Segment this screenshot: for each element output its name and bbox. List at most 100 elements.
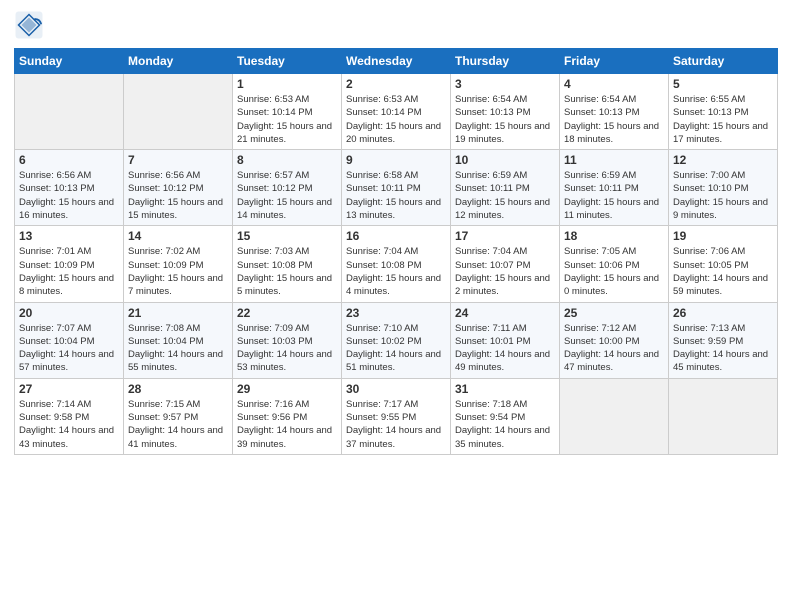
day-info: Sunrise: 7:06 AM Sunset: 10:05 PM Daylig… — [673, 245, 773, 298]
day-info: Sunrise: 6:56 AM Sunset: 10:13 PM Daylig… — [19, 169, 119, 222]
day-info: Sunrise: 7:04 AM Sunset: 10:08 PM Daylig… — [346, 245, 446, 298]
calendar-day-cell: 23Sunrise: 7:10 AM Sunset: 10:02 PM Dayl… — [342, 302, 451, 378]
calendar-day-cell: 20Sunrise: 7:07 AM Sunset: 10:04 PM Dayl… — [15, 302, 124, 378]
calendar-day-cell: 2 Sunrise: 6:53 AM Sunset: 10:14 PM Dayli… — [342, 74, 451, 150]
calendar-day-header: Friday — [560, 49, 669, 74]
day-info: Sunrise: 7:09 AM Sunset: 10:03 PM Daylig… — [237, 322, 337, 375]
calendar-day-cell: 1 Sunrise: 6:53 AM Sunset: 10:14 PM Dayli… — [233, 74, 342, 150]
day-info: Sunrise: 6:56 AM Sunset: 10:12 PM Daylig… — [128, 169, 228, 222]
day-number: 5 — [673, 77, 773, 91]
calendar-week-row: 6 Sunrise: 6:56 AM Sunset: 10:13 PM Dayli… — [15, 150, 778, 226]
calendar-day-cell: 18 Sunrise: 7:05 AM Sunset: 10:06 PM Dayl… — [560, 226, 669, 302]
calendar-day-cell: 31 Sunrise: 7:18 AM Sunset: 9:54 PM Dayli… — [451, 378, 560, 454]
day-number: 24 — [455, 306, 555, 320]
calendar-week-row: 27 Sunrise: 7:14 AM Sunset: 9:58 PM Dayli… — [15, 378, 778, 454]
day-info: Sunrise: 6:59 AM Sunset: 10:11 PM Daylig… — [564, 169, 664, 222]
day-info: Sunrise: 7:01 AM Sunset: 10:09 PM Daylig… — [19, 245, 119, 298]
day-info: Sunrise: 6:54 AM Sunset: 10:13 PM Daylig… — [564, 93, 664, 146]
day-number: 6 — [19, 153, 119, 167]
day-number: 26 — [673, 306, 773, 320]
day-info: Sunrise: 7:13 AM Sunset: 9:59 PM Dayligh… — [673, 322, 773, 375]
day-info: Sunrise: 7:12 AM Sunset: 10:00 PM Daylig… — [564, 322, 664, 375]
day-number: 12 — [673, 153, 773, 167]
day-info: Sunrise: 7:02 AM Sunset: 10:09 PM Daylig… — [128, 245, 228, 298]
calendar-day-header: Monday — [124, 49, 233, 74]
day-number: 28 — [128, 382, 228, 396]
day-number: 22 — [237, 306, 337, 320]
calendar-table: SundayMondayTuesdayWednesdayThursdayFrid… — [14, 48, 778, 455]
calendar-day-cell — [669, 378, 778, 454]
calendar-day-cell: 10Sunrise: 6:59 AM Sunset: 10:11 PM Dayl… — [451, 150, 560, 226]
logo — [14, 10, 48, 40]
logo-icon — [14, 10, 44, 40]
calendar-day-cell: 5 Sunrise: 6:55 AM Sunset: 10:13 PM Dayli… — [669, 74, 778, 150]
calendar-day-cell: 25 Sunrise: 7:12 AM Sunset: 10:00 PM Dayl… — [560, 302, 669, 378]
calendar-day-header: Wednesday — [342, 49, 451, 74]
calendar-day-cell: 26 Sunrise: 7:13 AM Sunset: 9:59 PM Dayli… — [669, 302, 778, 378]
day-info: Sunrise: 6:53 AM Sunset: 10:14 PM Daylig… — [346, 93, 446, 146]
day-info: Sunrise: 7:16 AM Sunset: 9:56 PM Dayligh… — [237, 398, 337, 451]
day-number: 30 — [346, 382, 446, 396]
day-info: Sunrise: 7:15 AM Sunset: 9:57 PM Dayligh… — [128, 398, 228, 451]
calendar-day-cell: 24 Sunrise: 7:11 AM Sunset: 10:01 PM Dayl… — [451, 302, 560, 378]
calendar-day-cell: 19Sunrise: 7:06 AM Sunset: 10:05 PM Dayl… — [669, 226, 778, 302]
day-info: Sunrise: 7:03 AM Sunset: 10:08 PM Daylig… — [237, 245, 337, 298]
day-info: Sunrise: 7:04 AM Sunset: 10:07 PM Daylig… — [455, 245, 555, 298]
day-number: 31 — [455, 382, 555, 396]
calendar-day-cell: 4 Sunrise: 6:54 AM Sunset: 10:13 PM Dayli… — [560, 74, 669, 150]
day-info: Sunrise: 7:07 AM Sunset: 10:04 PM Daylig… — [19, 322, 119, 375]
day-info: Sunrise: 7:11 AM Sunset: 10:01 PM Daylig… — [455, 322, 555, 375]
calendar-day-cell: 27 Sunrise: 7:14 AM Sunset: 9:58 PM Dayli… — [15, 378, 124, 454]
calendar-day-cell: 11 Sunrise: 6:59 AM Sunset: 10:11 PM Dayl… — [560, 150, 669, 226]
day-info: Sunrise: 7:18 AM Sunset: 9:54 PM Dayligh… — [455, 398, 555, 451]
calendar-day-cell: 15 Sunrise: 7:03 AM Sunset: 10:08 PM Dayl… — [233, 226, 342, 302]
calendar-day-header: Saturday — [669, 49, 778, 74]
day-number: 21 — [128, 306, 228, 320]
calendar-day-cell: 3 Sunrise: 6:54 AM Sunset: 10:13 PM Dayli… — [451, 74, 560, 150]
calendar-day-cell: 13Sunrise: 7:01 AM Sunset: 10:09 PM Dayl… — [15, 226, 124, 302]
day-number: 27 — [19, 382, 119, 396]
day-number: 2 — [346, 77, 446, 91]
day-info: Sunrise: 7:17 AM Sunset: 9:55 PM Dayligh… — [346, 398, 446, 451]
day-number: 15 — [237, 229, 337, 243]
day-info: Sunrise: 6:53 AM Sunset: 10:14 PM Daylig… — [237, 93, 337, 146]
day-info: Sunrise: 7:05 AM Sunset: 10:06 PM Daylig… — [564, 245, 664, 298]
day-number: 10 — [455, 153, 555, 167]
day-number: 14 — [128, 229, 228, 243]
calendar-day-cell: 17Sunrise: 7:04 AM Sunset: 10:07 PM Dayl… — [451, 226, 560, 302]
day-number: 11 — [564, 153, 664, 167]
calendar-day-cell: 7Sunrise: 6:56 AM Sunset: 10:12 PM Dayli… — [124, 150, 233, 226]
day-number: 25 — [564, 306, 664, 320]
day-info: Sunrise: 7:00 AM Sunset: 10:10 PM Daylig… — [673, 169, 773, 222]
header — [14, 10, 778, 40]
calendar-week-row: 20Sunrise: 7:07 AM Sunset: 10:04 PM Dayl… — [15, 302, 778, 378]
day-number: 18 — [564, 229, 664, 243]
day-number: 23 — [346, 306, 446, 320]
calendar-day-cell — [560, 378, 669, 454]
calendar-day-cell: 30 Sunrise: 7:17 AM Sunset: 9:55 PM Dayli… — [342, 378, 451, 454]
day-info: Sunrise: 6:55 AM Sunset: 10:13 PM Daylig… — [673, 93, 773, 146]
calendar-day-cell: 16Sunrise: 7:04 AM Sunset: 10:08 PM Dayl… — [342, 226, 451, 302]
day-info: Sunrise: 6:54 AM Sunset: 10:13 PM Daylig… — [455, 93, 555, 146]
calendar-day-cell — [15, 74, 124, 150]
day-number: 9 — [346, 153, 446, 167]
calendar-day-cell: 28 Sunrise: 7:15 AM Sunset: 9:57 PM Dayli… — [124, 378, 233, 454]
day-info: Sunrise: 7:08 AM Sunset: 10:04 PM Daylig… — [128, 322, 228, 375]
page: SundayMondayTuesdayWednesdayThursdayFrid… — [0, 0, 792, 612]
day-number: 8 — [237, 153, 337, 167]
day-info: Sunrise: 7:14 AM Sunset: 9:58 PM Dayligh… — [19, 398, 119, 451]
calendar-day-cell: 22 Sunrise: 7:09 AM Sunset: 10:03 PM Dayl… — [233, 302, 342, 378]
calendar-week-row: 13Sunrise: 7:01 AM Sunset: 10:09 PM Dayl… — [15, 226, 778, 302]
calendar-day-header: Thursday — [451, 49, 560, 74]
day-number: 3 — [455, 77, 555, 91]
day-info: Sunrise: 6:58 AM Sunset: 10:11 PM Daylig… — [346, 169, 446, 222]
calendar-day-header: Sunday — [15, 49, 124, 74]
calendar-day-header: Tuesday — [233, 49, 342, 74]
calendar-day-cell: 21 Sunrise: 7:08 AM Sunset: 10:04 PM Dayl… — [124, 302, 233, 378]
day-number: 1 — [237, 77, 337, 91]
calendar-week-row: 1 Sunrise: 6:53 AM Sunset: 10:14 PM Dayli… — [15, 74, 778, 150]
calendar-day-cell — [124, 74, 233, 150]
day-number: 4 — [564, 77, 664, 91]
calendar-day-cell: 14 Sunrise: 7:02 AM Sunset: 10:09 PM Dayl… — [124, 226, 233, 302]
calendar-day-cell: 8Sunrise: 6:57 AM Sunset: 10:12 PM Dayli… — [233, 150, 342, 226]
